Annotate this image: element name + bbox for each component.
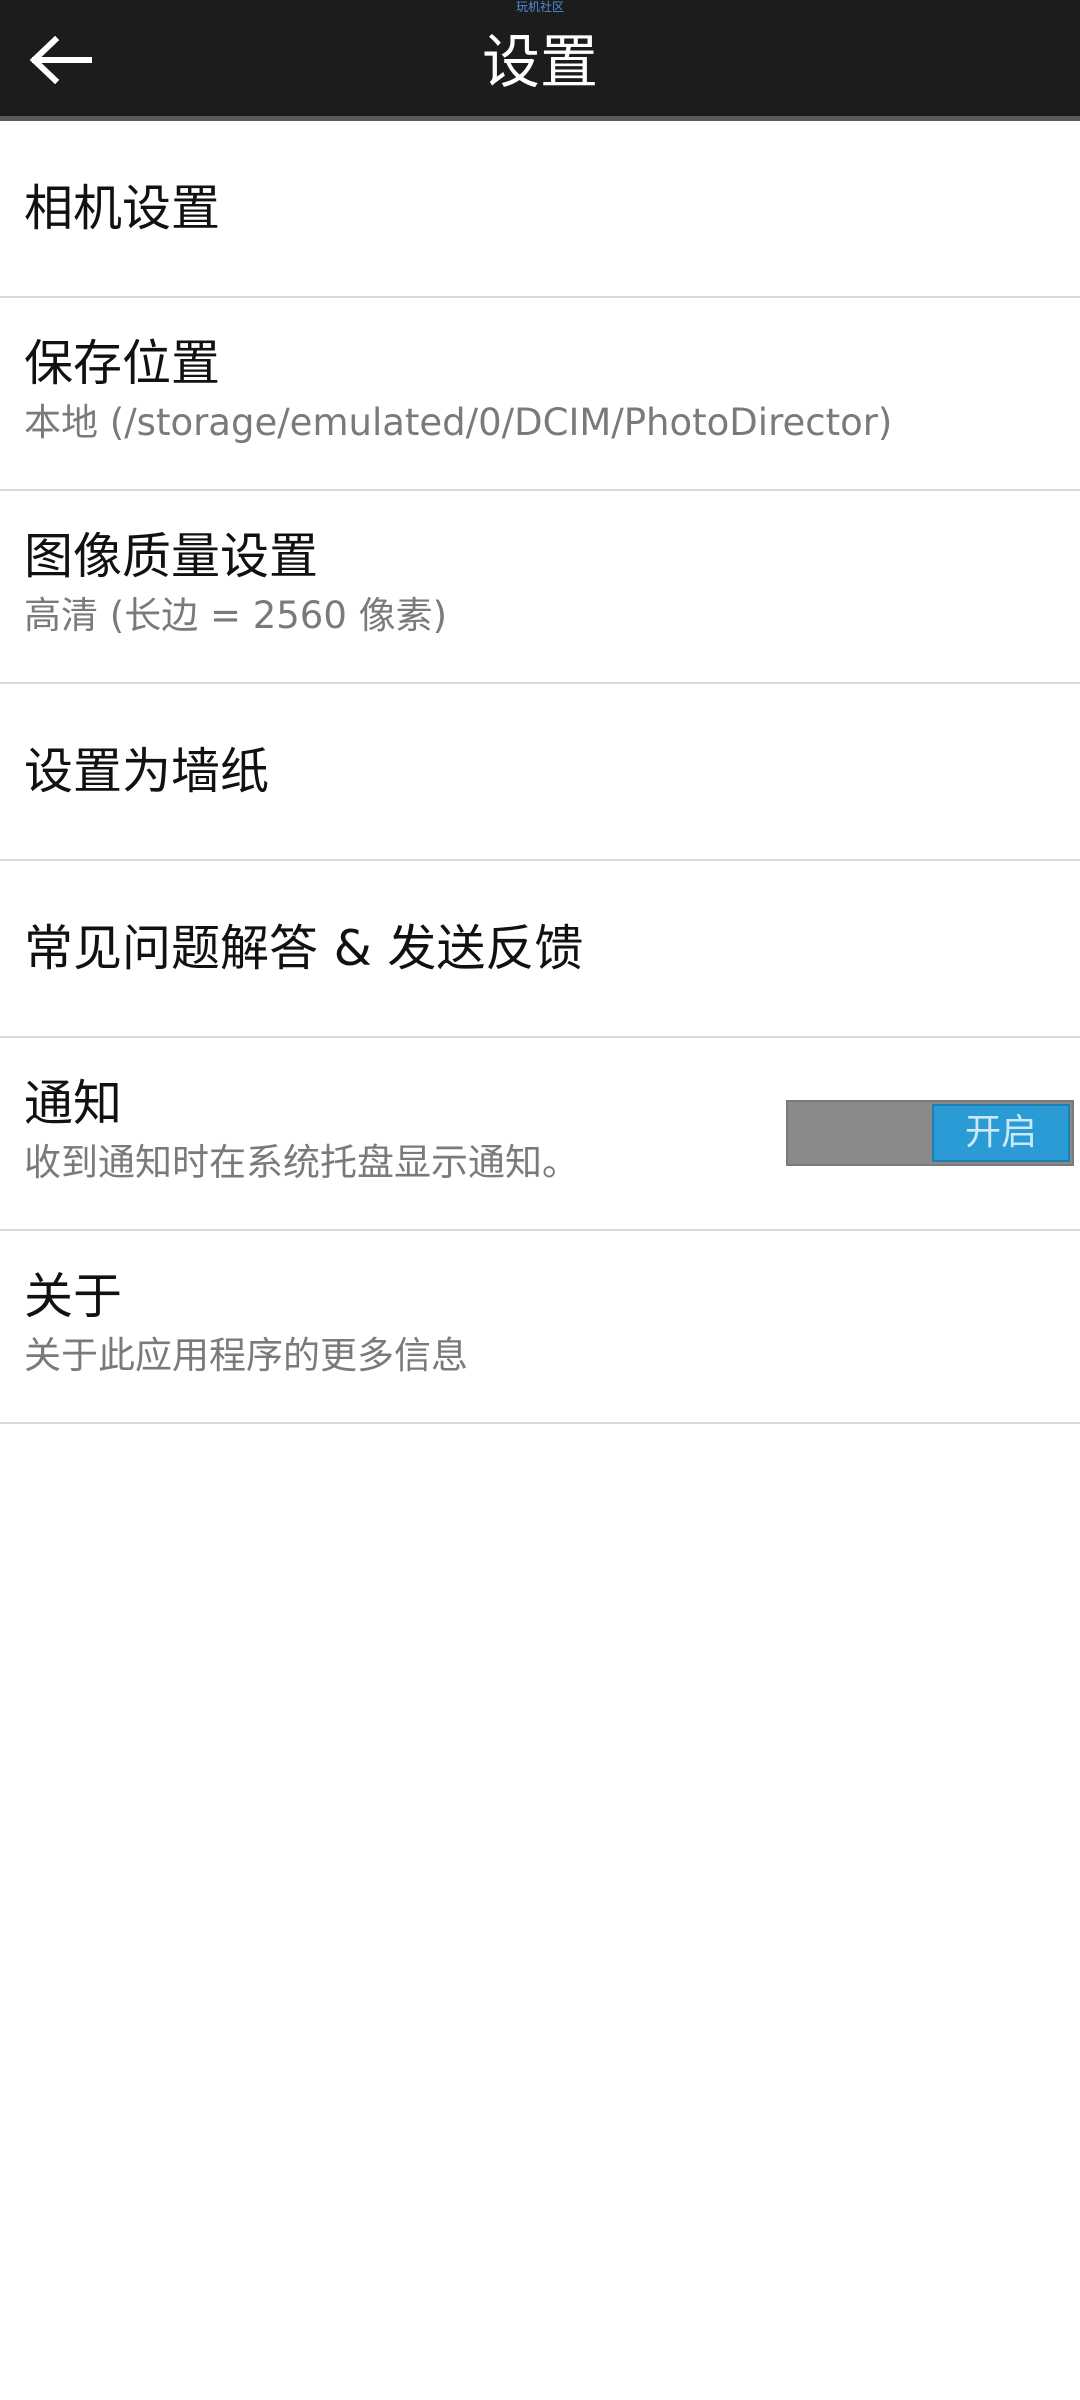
setting-faq-feedback[interactable]: 常见问题解答 & 发送反馈: [0, 861, 1080, 1038]
notifications-toggle-thumb: 开启: [932, 1104, 1070, 1162]
setting-wallpaper-title: 设置为墙纸: [24, 742, 270, 800]
setting-save-location[interactable]: 保存位置 本地 (/storage/emulated/0/DCIM/PhotoD…: [0, 298, 1080, 491]
arrow-left-icon: [29, 35, 92, 85]
notifications-toggle[interactable]: 开启: [786, 1100, 1074, 1166]
back-button[interactable]: [18, 22, 102, 98]
setting-wallpaper[interactable]: 设置为墙纸: [0, 684, 1080, 861]
setting-save-location-value: 本地 (/storage/emulated/0/DCIM/PhotoDirect…: [24, 401, 893, 444]
setting-save-location-title: 保存位置: [24, 335, 221, 392]
setting-image-quality-value: 高清 (长边 = 2560 像素): [24, 594, 448, 637]
setting-image-quality-title: 图像质量设置: [24, 528, 319, 585]
setting-image-quality[interactable]: 图像质量设置 高清 (长边 = 2560 像素): [0, 491, 1080, 684]
app-header: 玩机社区 设置: [0, 0, 1080, 121]
settings-list: 相机设置 保存位置 本地 (/storage/emulated/0/DCIM/P…: [0, 121, 1080, 1424]
setting-notifications-title: 通知: [24, 1075, 123, 1132]
setting-about-title: 关于: [24, 1268, 123, 1325]
setting-faq-feedback-title: 常见问题解答 & 发送反馈: [24, 919, 584, 977]
page-title: 设置: [481, 28, 598, 96]
setting-camera-title: 相机设置: [24, 179, 221, 237]
status-bar-text: 玩机社区: [515, 0, 564, 14]
setting-about-description: 关于此应用程序的更多信息: [24, 1334, 468, 1377]
setting-about[interactable]: 关于 关于此应用程序的更多信息: [0, 1231, 1080, 1424]
setting-camera[interactable]: 相机设置: [0, 121, 1080, 298]
setting-notifications-description: 收到通知时在系统托盘显示通知。: [24, 1141, 579, 1184]
setting-notifications[interactable]: 通知 收到通知时在系统托盘显示通知。 开启: [0, 1038, 1080, 1231]
